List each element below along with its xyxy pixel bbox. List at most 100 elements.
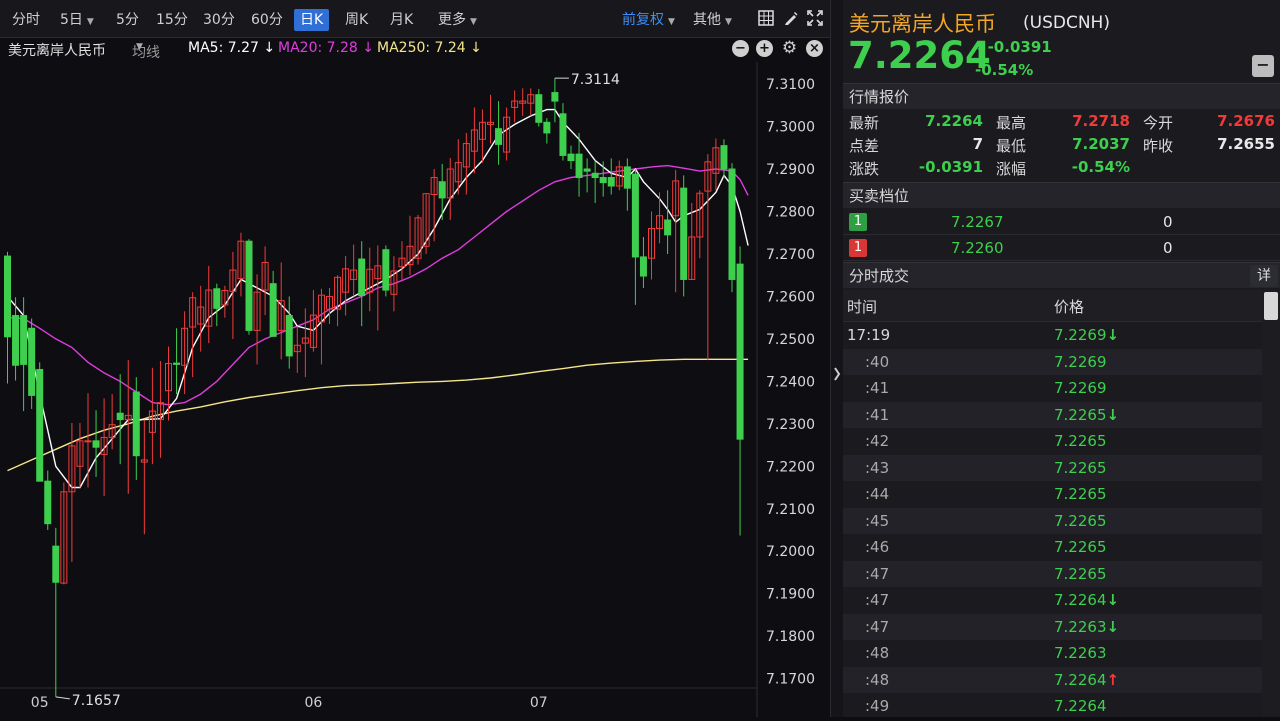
candle-down [358, 241, 366, 327]
tab-daily-k[interactable]: 日K [294, 9, 330, 31]
y-tick-label: 7.2100 [766, 502, 815, 518]
candle-body [213, 288, 221, 309]
candle-down [567, 145, 575, 170]
close-icon[interactable]: × [806, 40, 823, 57]
gear-icon[interactable]: ⚙ [781, 40, 798, 57]
candle-body [269, 283, 277, 337]
grid-layout-icon[interactable] [757, 10, 775, 28]
plus-icon[interactable]: + [756, 40, 773, 57]
scrollbar-thumb[interactable] [1264, 292, 1278, 320]
candle-up [527, 88, 535, 116]
panel-divider[interactable] [830, 0, 843, 717]
trade-row: :42 7.2265 [843, 428, 1262, 455]
bid-qty: 0 [1163, 239, 1173, 257]
trade-price: 7.2263↓ [1054, 617, 1120, 636]
tab-5day[interactable]: 5日 ▼ [60, 9, 94, 31]
ma250-value: MA250: 7.24 ↓ [377, 40, 482, 56]
candle-up [140, 419, 148, 535]
candle-down [44, 470, 52, 531]
candle-body [631, 173, 639, 258]
candle-up [100, 398, 108, 497]
candle-up [696, 190, 704, 259]
candle-up [511, 90, 519, 123]
candle-body [116, 412, 124, 421]
price-change: ⬇-0.0391 [975, 38, 1052, 56]
time-column-header: 时间 [847, 298, 878, 316]
candle-down [664, 190, 672, 254]
trade-time: :48 [865, 670, 890, 689]
candle-body [664, 219, 672, 236]
trade-price: 7.2264↑ [1054, 670, 1120, 689]
candle-down [20, 297, 28, 412]
tab-15min[interactable]: 15分 [156, 9, 188, 31]
candle-down [213, 283, 221, 327]
candle-body [591, 172, 599, 179]
tab-30min[interactable]: 30分 [203, 9, 235, 31]
candle-body [438, 181, 446, 199]
chevron-right-icon[interactable] [831, 0, 843, 717]
candle-down [12, 297, 20, 381]
minus-icon[interactable]: − [732, 40, 749, 57]
candle-up [688, 202, 696, 280]
candle-up [326, 287, 333, 325]
candle-up [656, 192, 664, 244]
candle-up [205, 265, 213, 344]
other-dropdown[interactable]: 其他 ▼ [693, 9, 732, 31]
candle-up [470, 107, 478, 174]
adjust-dropdown[interactable]: 前复权 ▼ [622, 9, 675, 31]
trades-scrollbar[interactable] [1262, 290, 1280, 717]
high-value: 7.2718 [1072, 112, 1130, 130]
candle-up [156, 360, 164, 458]
candle-down [720, 139, 728, 178]
chevron-down-icon: ▼ [86, 17, 94, 27]
y-tick-label: 7.2800 [766, 204, 815, 220]
open-label: 今开 [1143, 114, 1174, 132]
candle-up [237, 232, 245, 297]
candlestick-chart[interactable]: 7.3100 7.3000 7.2900 7.2800 7.2700 7.2600 7.25… [0, 62, 830, 717]
fullscreen-icon[interactable] [806, 10, 824, 28]
tab-more[interactable]: 更多 ▼ [438, 9, 477, 31]
trade-time: :42 [865, 432, 890, 450]
trades-detail-button[interactable]: 详 [1250, 265, 1278, 287]
ask-price: 7.2267 [951, 213, 1004, 231]
candle-body [173, 362, 181, 365]
trade-row: 17:19 7.2269↓ [843, 322, 1262, 349]
chevron-down-icon: ▼ [668, 17, 675, 27]
candle-up [406, 215, 414, 276]
trade-time: :49 [865, 697, 890, 715]
trade-row: :40 7.2269 [843, 348, 1262, 375]
trade-time: :41 [865, 379, 890, 397]
candle-body [575, 153, 583, 179]
candle-body [84, 440, 92, 443]
candle-up [124, 360, 132, 494]
candle-down [285, 296, 293, 369]
trade-row: :43 7.2265 [843, 454, 1262, 481]
candle-body [12, 315, 20, 366]
candle-up [487, 94, 494, 144]
candle-body [639, 256, 647, 277]
candle-body [132, 391, 140, 457]
candle-body [28, 327, 36, 396]
tab-timeshare[interactable]: 分时 [12, 9, 40, 31]
y-tick-label: 7.2000 [766, 544, 815, 560]
candle-up [301, 308, 309, 378]
tab-monthly-k[interactable]: 月K [390, 9, 413, 31]
y-tick-label: 7.2300 [766, 417, 815, 433]
trade-price: 7.2263 [1054, 644, 1107, 662]
trade-row: :46 7.2265 [843, 534, 1262, 561]
trade-row: :49 7.2264 [843, 693, 1262, 720]
collapse-button[interactable]: − [1252, 55, 1274, 77]
arrow-up-icon: ↑ [1106, 670, 1120, 689]
draw-pen-icon[interactable] [782, 10, 800, 28]
annotation-pointer [55, 696, 70, 700]
tab-weekly-k[interactable]: 周K [345, 9, 368, 31]
change-value: -0.0391 [918, 158, 983, 176]
trades-title: 分时成交 [843, 262, 1280, 288]
candle-down [173, 328, 181, 395]
candle-up [519, 88, 527, 116]
price-column-header: 价格 [1054, 298, 1085, 316]
tab-60min[interactable]: 60分 [251, 9, 283, 31]
trade-price: 7.2265 [1054, 511, 1107, 530]
arrow-down-icon: ↓ [1106, 617, 1120, 636]
tab-5min[interactable]: 5分 [116, 9, 139, 31]
